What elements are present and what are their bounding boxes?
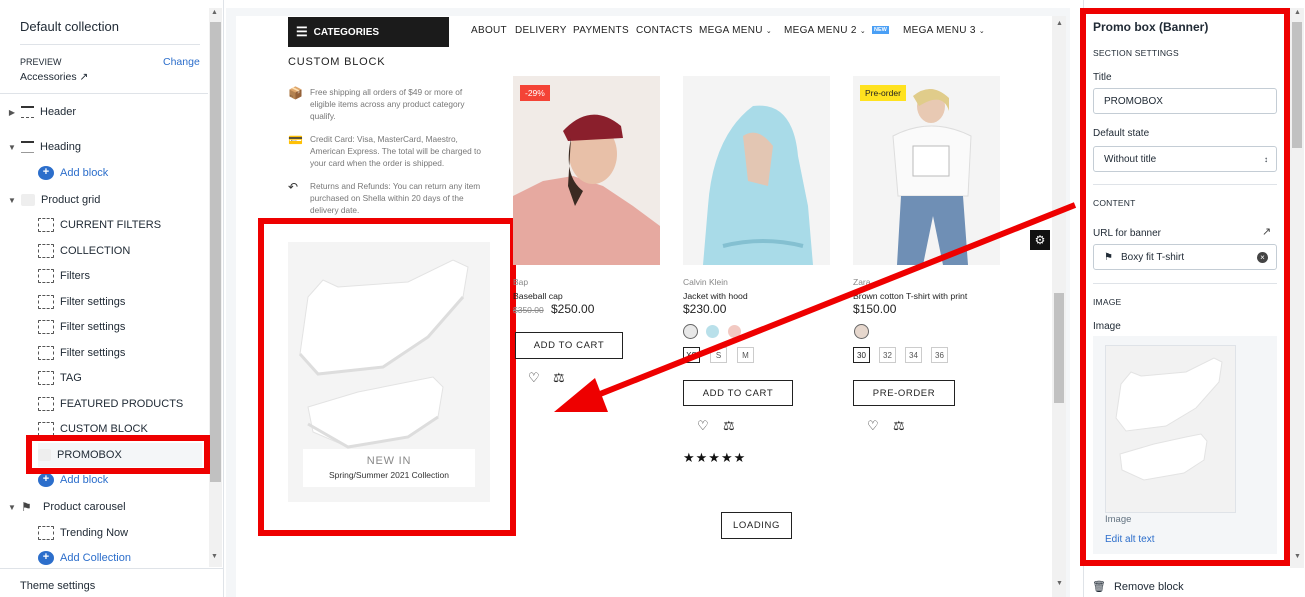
- header-icon: [21, 106, 34, 118]
- block-icon: [38, 295, 54, 309]
- block-icon: [38, 397, 54, 411]
- annotation-arrow: [554, 202, 1077, 412]
- grid-icon: [21, 194, 35, 206]
- return-icon: ↶: [288, 180, 299, 194]
- box-icon: 📦: [288, 86, 303, 100]
- preview-label: PREVIEW: [20, 57, 62, 67]
- scroll-up-arrow[interactable]: ▲: [211, 9, 218, 16]
- tag-icon: ⚑: [21, 500, 32, 514]
- collection-title: Default collection: [20, 19, 119, 34]
- highlight-settings-panel: [1080, 8, 1290, 566]
- block-icon: [38, 422, 54, 436]
- rating-stars: ★★★★★: [683, 450, 747, 465]
- product-brand: Bap: [513, 277, 529, 287]
- section-product-carousel[interactable]: ▼ ⚑ Product carousel: [0, 495, 208, 519]
- sale-badge: -29%: [520, 85, 550, 101]
- change-link[interactable]: Change: [163, 56, 200, 68]
- block-icon: [38, 218, 54, 232]
- nav-contacts[interactable]: CONTACTS: [636, 25, 693, 36]
- chevron-down-icon: ⌄: [978, 28, 986, 35]
- theme-settings-link[interactable]: Theme settings: [20, 580, 95, 592]
- nav-delivery[interactable]: DELIVERY: [515, 25, 567, 36]
- preview-value: Accessories ↗: [20, 71, 89, 83]
- block-icon: [38, 269, 54, 283]
- heart-icon[interactable]: ♡: [528, 370, 540, 386]
- block-icon: [38, 346, 54, 360]
- scroll-down-arrow[interactable]: ▼: [1294, 553, 1301, 560]
- chevron-down-icon: ⌄: [859, 28, 867, 35]
- external-link-icon: ↗: [79, 71, 89, 83]
- credit-card-icon: 💳: [288, 133, 303, 147]
- nav-payments[interactable]: PAYMENTS: [573, 25, 629, 36]
- remove-block-button[interactable]: 🗑 Remove block: [1092, 580, 1184, 593]
- chevron-down-icon: ⌄: [765, 28, 773, 35]
- highlight-promobox-preview: [258, 218, 516, 536]
- sidebar-item-label: Heading: [40, 141, 81, 153]
- sidebar-item-label: Header: [40, 106, 77, 118]
- nav-about[interactable]: ABOUT: [471, 25, 507, 36]
- caret-down-icon: ▼: [8, 142, 16, 152]
- categories-menu[interactable]: ☰ CATEGORIES: [288, 17, 449, 47]
- section-product-grid[interactable]: ▼ Product grid: [0, 188, 208, 212]
- nav-mega-menu-3[interactable]: MEGA MENU 3 ⌄: [903, 25, 985, 36]
- scroll-up-arrow[interactable]: ▲: [1294, 9, 1301, 16]
- right-scroll-thumb[interactable]: [1292, 22, 1302, 148]
- nav-mega-menu-2[interactable]: MEGA MENU 2 ⌄: [784, 25, 866, 36]
- highlight-promobox: [26, 435, 210, 474]
- block-icon: [38, 526, 54, 540]
- sidebar-item-label: Product grid: [41, 194, 101, 206]
- heading-icon: [21, 141, 34, 153]
- custom-block-text: Returns and Refunds: You can return any …: [310, 181, 481, 215]
- block-icon: [38, 320, 54, 334]
- scroll-up-arrow[interactable]: ▲: [1056, 20, 1063, 27]
- left-scroll-thumb[interactable]: [210, 22, 221, 482]
- caret-right-icon: ▶: [8, 107, 16, 117]
- section-header[interactable]: ▶ Header: [0, 100, 208, 124]
- plus-icon: +: [38, 166, 54, 180]
- hamburger-icon: ☰: [296, 24, 308, 39]
- loading-button[interactable]: LOADING: [721, 512, 792, 539]
- sidebar-item-label: Product carousel: [43, 501, 126, 513]
- nav-mega-menu[interactable]: MEGA MENU ⌄: [699, 25, 772, 36]
- custom-block-text: Credit Card: Visa, MasterCard, Maestro, …: [310, 134, 481, 168]
- plus-icon: +: [38, 551, 54, 565]
- trash-icon: 🗑: [1092, 581, 1106, 593]
- plus-icon: +: [38, 473, 54, 487]
- left-sidebar: Default collection PREVIEW Change Access…: [0, 0, 224, 597]
- scroll-down-arrow[interactable]: ▼: [211, 553, 218, 560]
- caret-down-icon: ▼: [8, 195, 16, 205]
- block-icon: [38, 244, 54, 258]
- custom-block-text: Free shipping all orders of $49 or more …: [310, 87, 465, 121]
- new-badge: NEW: [872, 26, 889, 34]
- section-heading[interactable]: ▼ Heading: [0, 135, 208, 159]
- custom-block-title: CUSTOM BLOCK: [288, 56, 386, 68]
- caret-down-icon: ▼: [8, 502, 16, 512]
- block-icon: [38, 371, 54, 385]
- scroll-down-arrow[interactable]: ▼: [1056, 580, 1063, 587]
- preorder-badge: Pre-order: [860, 85, 906, 101]
